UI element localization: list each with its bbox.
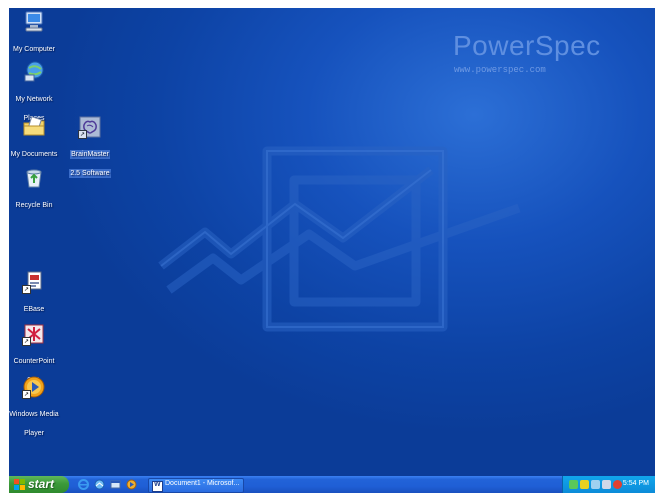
network-tray-icon[interactable] [569, 480, 578, 489]
recycle-bin-icon [22, 166, 46, 190]
counterpoint-icon: ↗ [22, 322, 46, 346]
update-tray-icon[interactable] [613, 480, 622, 489]
taskbar-button-document1[interactable]: Document1 - Microsof... [148, 478, 244, 493]
start-button[interactable]: start [9, 476, 69, 493]
outlook-express-icon[interactable] [94, 479, 105, 490]
desktop-icon-label: CounterPoint [13, 358, 55, 365]
desktop-icon-label: My Network [15, 96, 53, 103]
clock[interactable]: 5:54 PM [623, 480, 649, 487]
antivirus-tray-icon[interactable] [580, 480, 589, 489]
connection-tray-icon[interactable] [591, 480, 600, 489]
word-icon [152, 481, 163, 492]
shortcut-arrow-icon: ↗ [78, 130, 87, 139]
start-label: start [28, 477, 55, 491]
shortcut-arrow-icon: ↗ [22, 390, 31, 399]
ebase-icon: ↗ [22, 270, 46, 294]
computer-icon [22, 10, 46, 34]
desktop-icon-my-documents[interactable]: My Documents [9, 115, 64, 160]
wallpaper-brand-url: www.powerspec.com [454, 65, 546, 75]
shortcut-arrow-icon: ↗ [22, 285, 31, 294]
desktop-icon-label: Recycle Bin [15, 202, 53, 209]
desktop-icon-recycle-bin[interactable]: Recycle Bin [9, 166, 64, 211]
windows-logo-icon [14, 479, 25, 490]
desktop-icon-label: EBase [23, 306, 45, 313]
internet-explorer-icon[interactable] [78, 479, 89, 490]
taskbar: start Document1 - Microsof... 5:54 PM [9, 476, 655, 493]
documents-folder-icon [22, 115, 46, 139]
desktop-icon-label: Player [24, 430, 44, 437]
desktop-icon-label: Windows Media [9, 411, 59, 418]
desktop-icon-label: BrainMaster [70, 150, 110, 159]
desktop-icon-ebase[interactable]: ↗ EBase [9, 270, 64, 315]
wallpaper-brand-title: PowerSpec [453, 30, 601, 61]
show-desktop-icon[interactable] [110, 479, 121, 490]
media-player-icon: ↗ [22, 375, 46, 399]
desktop-icon-label: My Computer [12, 46, 55, 53]
brain-icon: ↗ [78, 115, 102, 139]
network-icon [22, 60, 46, 84]
system-tray: 5:54 PM [562, 476, 655, 493]
wallpaper-logo [158, 146, 521, 332]
desktop-icon-label: 2.5 Software [69, 169, 111, 178]
taskbar-button-label: Document1 - Microsof... [165, 480, 240, 487]
desktop[interactable]: PowerSpec www.powerspec.com My Computer … [9, 8, 655, 493]
desktop-icon-my-computer[interactable]: My Computer [9, 10, 64, 55]
desktop-icon-windows-media-player[interactable]: ↗ Windows Media Player [9, 375, 64, 439]
shortcut-arrow-icon: ↗ [22, 337, 31, 346]
volume-tray-icon[interactable] [602, 480, 611, 489]
media-player-quick-icon[interactable] [126, 479, 137, 490]
desktop-icon-label: My Documents [10, 151, 58, 158]
desktop-icon-brainmaster[interactable]: ↗ BrainMaster 2.5 Software [60, 115, 120, 179]
